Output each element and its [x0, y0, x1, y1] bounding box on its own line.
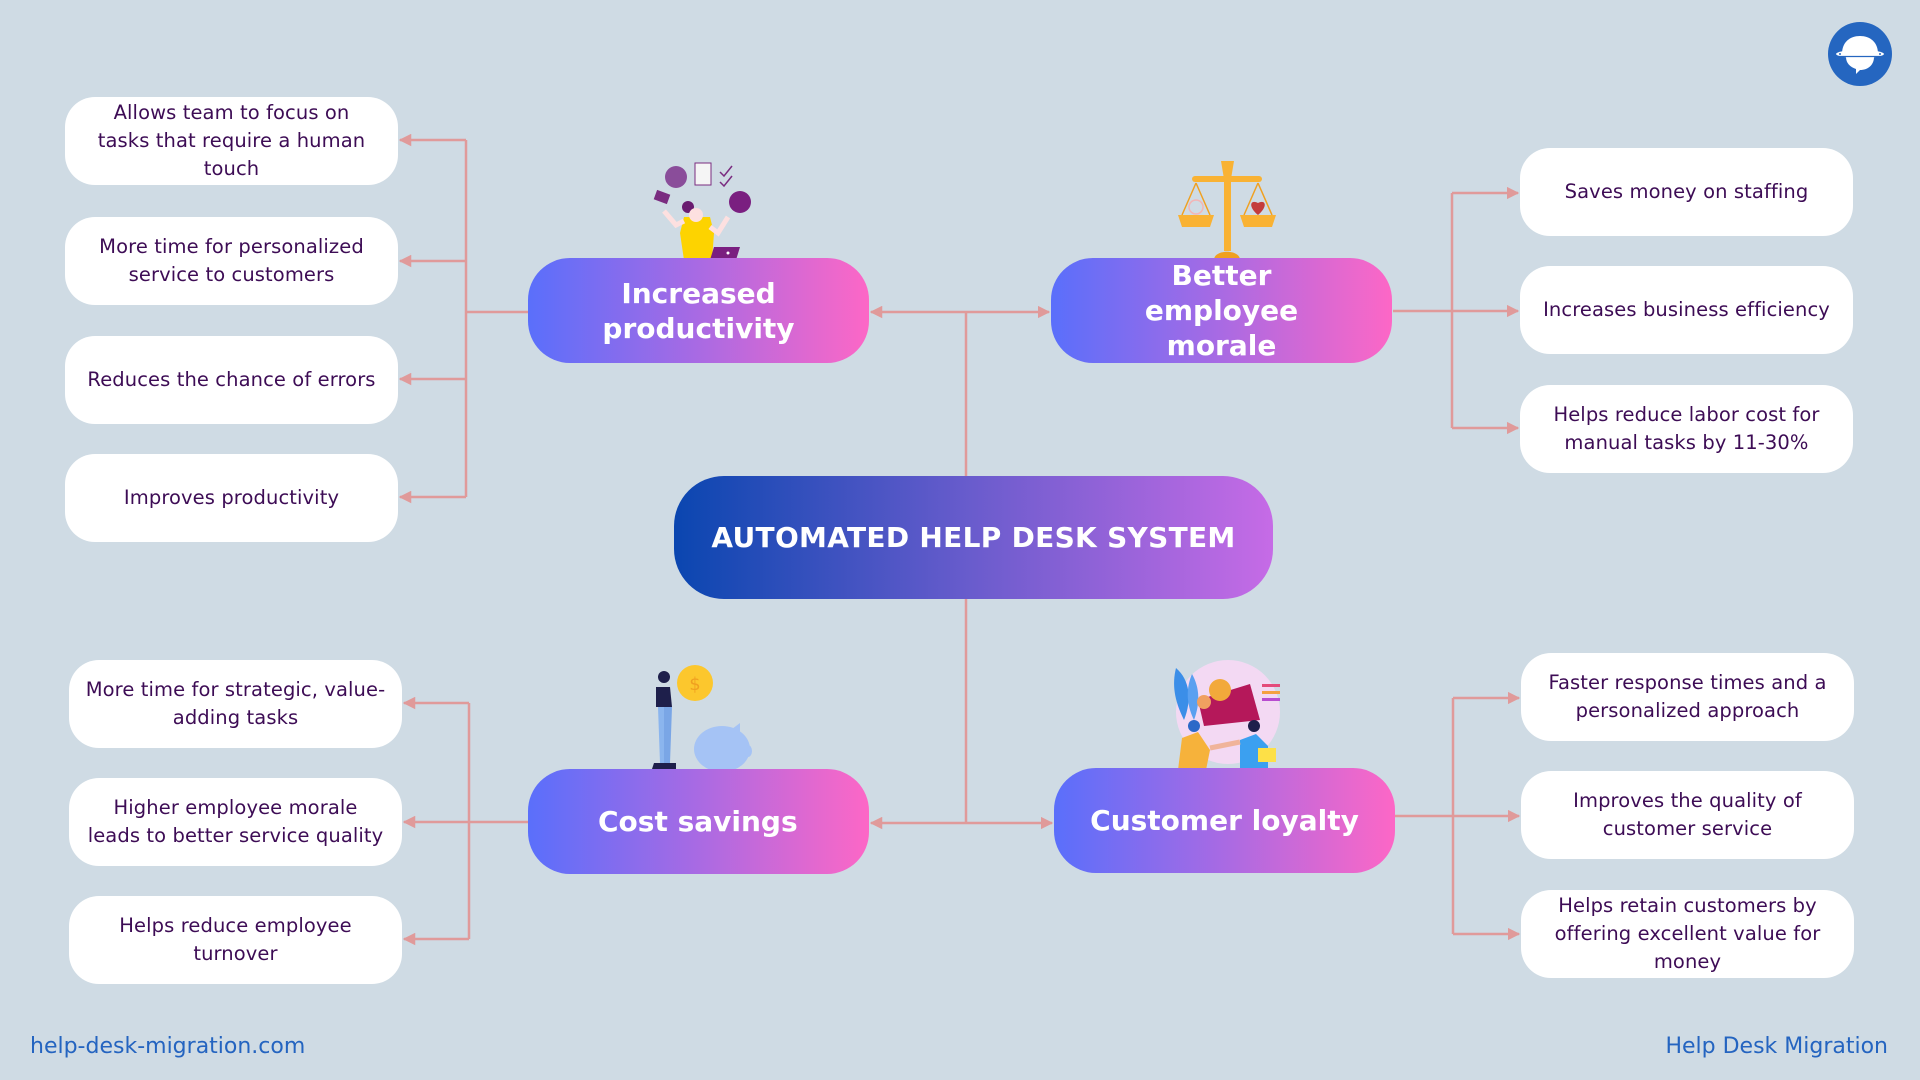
branch-label: Better employee morale: [1144, 259, 1299, 362]
leaf-item: Higher employee morale leads to better s…: [69, 778, 402, 866]
leaf-text: Faster response times and a personalized…: [1548, 671, 1827, 722]
brand-name: Help Desk Migration: [1665, 1034, 1888, 1059]
website-link[interactable]: help-desk-migration.com: [30, 1034, 305, 1059]
leaf-item: More time for personalized service to cu…: [65, 217, 398, 305]
branch-customer-loyalty: Customer loyalty: [1054, 768, 1395, 873]
leaf-item: Improves productivity: [65, 454, 398, 542]
leaf-item: Faster response times and a personalized…: [1521, 653, 1854, 741]
leaf-item: Reduces the chance of errors: [65, 336, 398, 424]
handshake-illustration: [1170, 660, 1285, 770]
central-topic-label: AUTOMATED HELP DESK SYSTEM: [711, 521, 1236, 554]
svg-text:$: $: [689, 674, 700, 695]
balance-scale-illustration: [1172, 155, 1282, 260]
leaf-text: Allows team to focus on tasks that requi…: [97, 101, 366, 180]
leaf-text: Helps reduce employee turnover: [119, 914, 352, 965]
leaf-text: Helps retain customers by offering excel…: [1554, 894, 1821, 973]
branch-cost-savings: Cost savings: [528, 769, 869, 874]
leaf-text: Helps reduce labor cost for manual tasks…: [1553, 403, 1820, 454]
branch-better-employee-morale: Better employee morale: [1051, 258, 1392, 363]
leaf-item: Improves the quality of customer service: [1521, 771, 1854, 859]
leaf-text: Improves productivity: [123, 486, 340, 509]
juggling-woman-illustration: [640, 155, 760, 260]
central-topic-node: AUTOMATED HELP DESK SYSTEM: [674, 476, 1273, 599]
leaf-item: More time for strategic, value-adding ta…: [69, 660, 402, 748]
leaf-text: Higher employee morale leads to better s…: [87, 796, 384, 847]
leaf-item: Increases business efficiency: [1520, 266, 1853, 354]
leaf-text: Reduces the chance of errors: [87, 368, 376, 391]
planet-chat-logo-icon[interactable]: [1828, 22, 1892, 86]
leaf-item: Helps retain customers by offering excel…: [1521, 890, 1854, 978]
leaf-text: Saves money on staffing: [1564, 180, 1809, 203]
leaf-item: Helps reduce employee turnover: [69, 896, 402, 984]
branch-label: Increased productivity: [602, 276, 795, 345]
leaf-text: Improves the quality of customer service: [1573, 789, 1802, 840]
branch-increased-productivity: Increased productivity: [528, 258, 869, 363]
leaf-item: Helps reduce labor cost for manual tasks…: [1520, 385, 1853, 473]
leaf-text: Increases business efficiency: [1543, 298, 1830, 321]
piggy-bank-illustration: $: [640, 665, 755, 772]
leaf-item: Allows team to focus on tasks that requi…: [65, 97, 398, 185]
leaf-text: More time for personalized service to cu…: [99, 235, 364, 286]
leaf-text: More time for strategic, value-adding ta…: [85, 678, 386, 729]
leaf-item: Saves money on staffing: [1520, 148, 1853, 236]
branch-label: Customer loyalty: [1090, 804, 1359, 837]
branch-label: Cost savings: [598, 805, 798, 838]
